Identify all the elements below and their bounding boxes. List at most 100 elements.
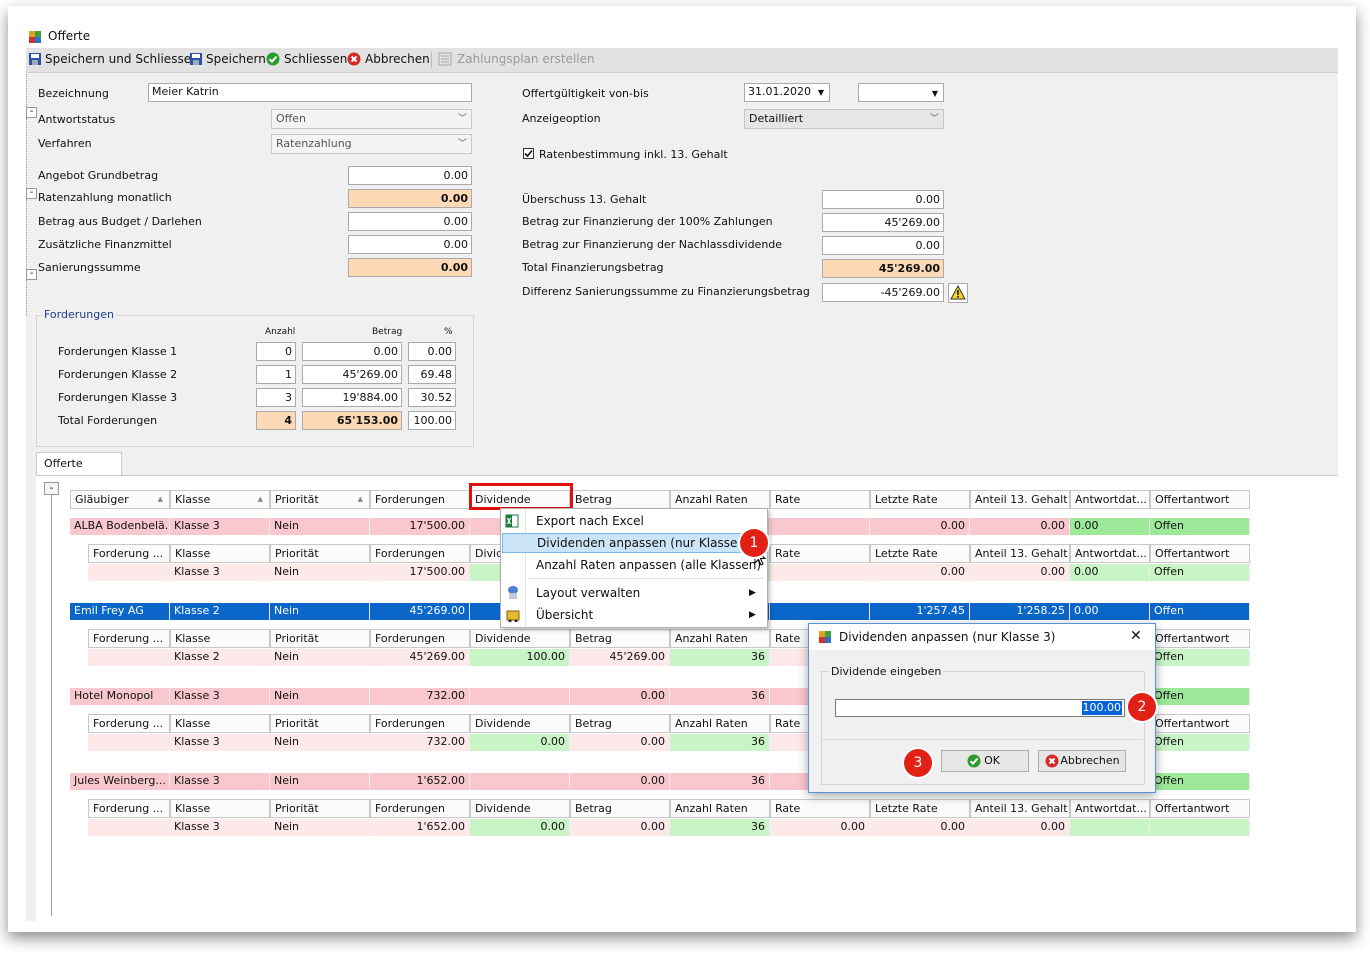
column-header[interactable]: Dividende [470,714,570,733]
table-cell[interactable]: Jules Weinberg... [70,773,170,790]
menu-item-export-excel[interactable]: Export nach Excel [501,511,765,531]
table-cell[interactable]: 0.00 [770,819,870,836]
table-cell[interactable]: 1'258.25 [970,603,1070,620]
table-cell[interactable] [770,518,870,535]
table-cell[interactable]: 36 [670,773,770,790]
budget-field[interactable]: 0.00 [348,212,472,231]
menu-item-layout[interactable]: Layout verwalten ▶ [501,583,765,603]
column-header[interactable]: Betrag [570,629,670,648]
angebot-field[interactable]: 0.00 [348,166,472,185]
table-cell[interactable]: Klasse 3 [170,688,270,705]
table-cell[interactable]: 0.00 [870,564,970,581]
table-cell[interactable] [770,564,870,581]
payment-plan-button[interactable]: Zahlungsplan erstellen [438,52,595,66]
column-header[interactable]: Klasse [170,629,270,648]
table-cell[interactable]: Klasse 3 [170,819,270,836]
table-cell[interactable]: Hotel Monopol [70,688,170,705]
table-cell[interactable] [88,564,170,581]
table-cell[interactable] [88,649,170,666]
column-header[interactable]: Letzte Rate [870,799,970,818]
close-icon[interactable]: ✕ [1130,628,1142,644]
anzeige-select[interactable]: Detailliert ﹀ [744,109,944,129]
table-cell[interactable]: Nein [270,819,370,836]
column-header[interactable]: Offertantwort [1150,629,1250,648]
table-cell[interactable]: 0.00 [570,819,670,836]
column-header[interactable]: Priorität [270,629,370,648]
column-header[interactable]: Anzahl Raten [670,714,770,733]
raten13-checkbox[interactable] [523,148,534,159]
table-cell[interactable]: 100.00 [470,649,570,666]
table-cell[interactable]: 17'500.00 [370,564,470,581]
table-cell[interactable]: 732.00 [370,734,470,751]
gueltig-to-date[interactable]: ▼ [858,83,944,102]
table-cell[interactable]: 0.00 [870,518,970,535]
column-header[interactable]: Klasse [170,799,270,818]
column-header[interactable]: Klasse [170,714,270,733]
column-header[interactable]: Klasse ▲ [170,490,270,509]
table-cell[interactable]: 0.00 [570,734,670,751]
table-cell[interactable]: 0.00 [970,518,1070,535]
table-cell[interactable]: 36 [670,734,770,751]
table-cell[interactable]: 0.00 [970,564,1070,581]
table-cell[interactable]: Nein [270,773,370,790]
cancel-button[interactable]: Abbrechen [347,52,430,66]
table-cell[interactable]: 0.00 [870,819,970,836]
column-header[interactable]: Forderung ... [88,544,170,563]
collapse-all-button[interactable]: - [44,482,59,495]
dialog-cancel-button[interactable]: Abbrechen [1038,750,1126,772]
column-header[interactable]: Betrag [570,799,670,818]
table-cell[interactable]: Klasse 3 [170,564,270,581]
table-cell[interactable] [88,734,170,751]
column-header[interactable]: Forderungen [370,629,470,648]
table-cell[interactable]: Nein [270,649,370,666]
table-cell[interactable]: Nein [270,688,370,705]
column-header[interactable]: Priorität [270,714,370,733]
row-collapse-toggle[interactable]: - [26,107,37,118]
table-cell[interactable]: Klasse 2 [170,649,270,666]
column-header[interactable]: Betrag [570,714,670,733]
table-cell[interactable]: ALBA Bodenbelä... [70,518,170,535]
table-cell[interactable]: 45'269.00 [370,603,470,620]
gueltig-from-date[interactable]: 31.01.2020 ▼ [744,83,830,102]
table-cell[interactable] [88,819,170,836]
column-header[interactable]: Forderungen [370,544,470,563]
table-cell[interactable]: Offen [1150,564,1250,581]
table-cell[interactable]: Klasse 3 [170,518,270,535]
column-header[interactable]: Gläubiger ▲ [70,490,170,509]
table-cell[interactable]: Nein [270,518,370,535]
table-cell[interactable]: 0.00 [570,688,670,705]
table-cell[interactable]: 1'652.00 [370,773,470,790]
table-cell[interactable]: Offen [1150,603,1250,620]
column-header[interactable]: Dividende [470,799,570,818]
row-collapse-toggle[interactable]: - [26,269,37,280]
table-cell[interactable]: 36 [670,819,770,836]
column-header[interactable]: Letzte Rate [870,490,970,509]
column-header[interactable]: Offertantwort [1150,544,1250,563]
column-header[interactable]: Antwortdat... [1070,799,1150,818]
table-cell[interactable]: 45'269.00 [570,649,670,666]
column-header[interactable]: Priorität [270,799,370,818]
column-header[interactable]: Antwortdat... [1070,544,1150,563]
column-header[interactable]: Anzahl Raten [670,629,770,648]
table-cell[interactable]: 0.00 [570,773,670,790]
column-header[interactable]: Forderung ... [88,629,170,648]
table-cell[interactable]: Offen [1150,734,1250,751]
column-header[interactable]: Offertantwort [1150,490,1250,509]
column-header[interactable]: Forderungen [370,490,470,509]
menu-item-uebersicht[interactable]: Übersicht ▶ [501,605,765,625]
column-header[interactable]: Klasse [170,544,270,563]
zusatz-field[interactable]: 0.00 [348,235,472,254]
table-cell[interactable]: Offen [1150,518,1250,535]
table-cell[interactable] [470,688,570,705]
column-header[interactable]: Betrag [570,490,670,509]
column-header[interactable]: Rate [770,490,870,509]
save-close-button[interactable]: Speichern und Schliessen [28,52,199,66]
table-cell[interactable]: 36 [670,688,770,705]
column-header[interactable]: Forderungen [370,714,470,733]
table-cell[interactable]: 0.00 [470,819,570,836]
table-cell[interactable] [470,773,570,790]
bezeichnung-input[interactable]: Meier Katrin [148,83,472,102]
verfahren-select[interactable]: Ratenzahlung ﹀ [271,134,472,154]
table-cell[interactable]: 1'257.45 [870,603,970,620]
column-header[interactable]: Rate [770,544,870,563]
